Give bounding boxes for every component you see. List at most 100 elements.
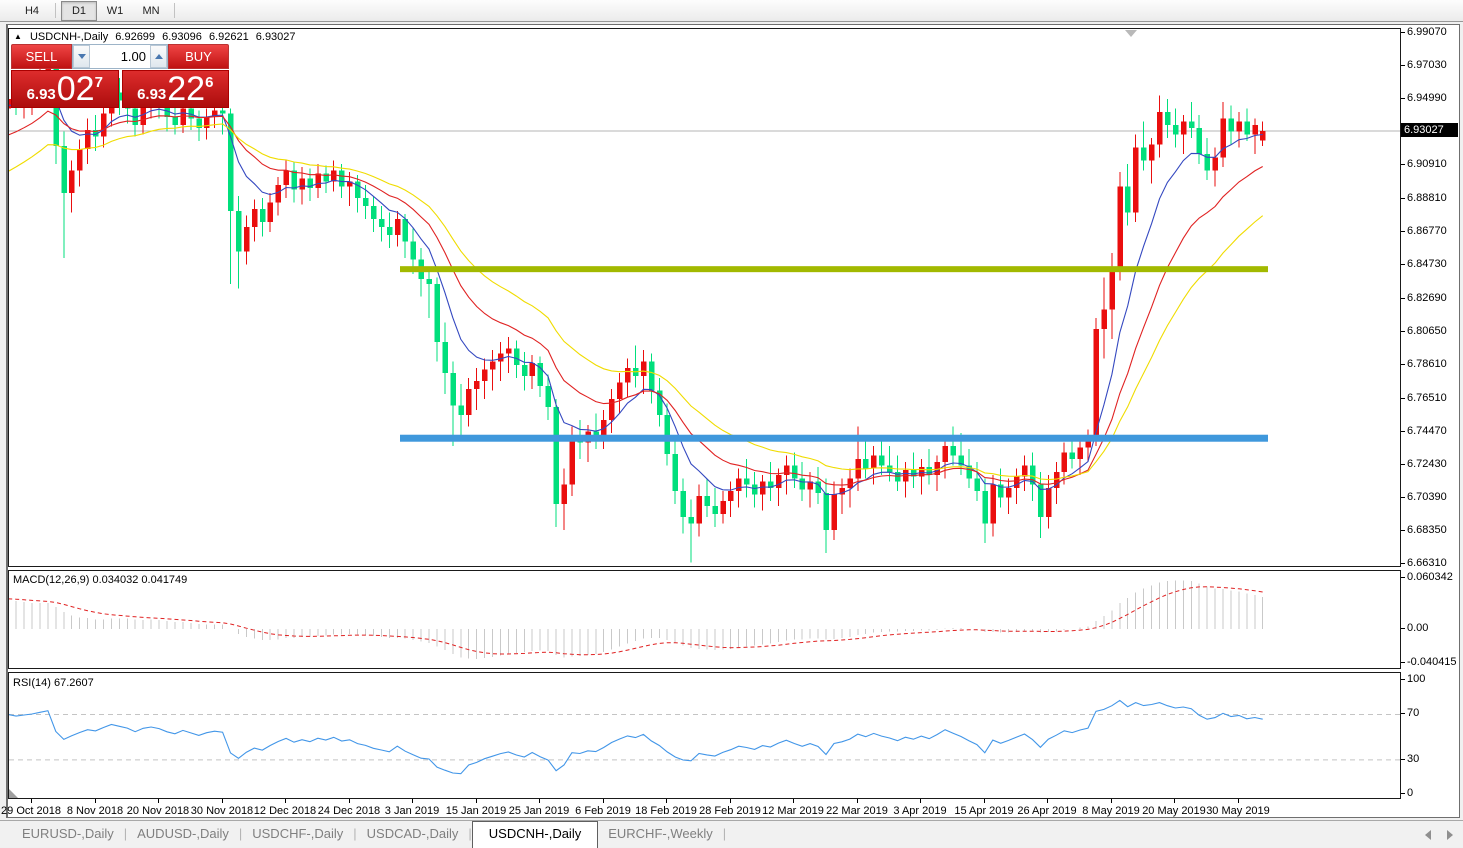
date-axis-label: 30 May 2019 [1206, 805, 1270, 817]
price-axis-label-tick [1401, 364, 1405, 365]
timeframe-button-mn[interactable]: MN [133, 1, 169, 21]
volume-decrease-button[interactable] [73, 45, 90, 68]
candle-body [1188, 121, 1195, 129]
candle-body [529, 363, 536, 377]
price-axis-label: 6.82690 [1407, 292, 1447, 304]
candle-body [736, 478, 742, 492]
timeframe-button-h4[interactable]: H4 [14, 1, 50, 21]
buy-price-button[interactable]: 6.93 22 6 [121, 70, 229, 108]
date-axis-tick [158, 799, 159, 803]
price-chart-pane[interactable] [8, 28, 1401, 567]
chart-symbol-label: USDCNH-,Daily [29, 31, 109, 43]
date-axis-tick [285, 799, 286, 803]
candle-body [1006, 487, 1012, 498]
price-axis-label-tick [1401, 331, 1405, 332]
candle-body [521, 364, 528, 377]
candle-body [1061, 452, 1068, 472]
price-axis-label: 6.84730 [1407, 258, 1447, 270]
ohlc-open: 6.92699 [115, 31, 156, 43]
candle-body [1117, 186, 1123, 268]
date-axis-tick [666, 799, 667, 803]
price-axis-label: 6.90910 [1407, 158, 1447, 170]
timeframe-buttons: H4 D1 W1 MN [14, 0, 180, 21]
candle-body [291, 170, 298, 190]
horizontal-level-line-2[interactable] [400, 434, 1268, 442]
ohlc-close: 6.93027 [255, 31, 296, 43]
price-axis-label-tick [1401, 298, 1405, 299]
candle-body [458, 405, 464, 416]
rsi-axis-label-tick [1401, 759, 1405, 760]
candle-body [648, 361, 655, 391]
date-axis-tick [730, 799, 731, 803]
timeframe-button-d1[interactable]: D1 [61, 0, 97, 21]
sell-price-button[interactable]: 6.93 02 7 [11, 70, 119, 108]
volume-input[interactable]: 1.00 [90, 45, 150, 68]
ohlc-high: 6.93096 [162, 31, 202, 43]
tab-scroll-left-icon[interactable] [1425, 830, 1431, 840]
candle-body [1252, 124, 1258, 135]
tab-scroll-right-icon[interactable] [1447, 830, 1453, 840]
candle-body [410, 241, 417, 260]
tab-usdchf-daily[interactable]: USDCHF-,Daily [242, 822, 353, 847]
price-axis-label-tick [1401, 164, 1405, 165]
candle-body [402, 218, 409, 242]
buy-button[interactable]: BUY [168, 44, 229, 69]
price-axis-label-tick [1401, 264, 1405, 265]
candle-body [474, 381, 480, 390]
candle-body [871, 455, 877, 469]
candle-body [569, 436, 575, 485]
date-axis-tick [1047, 799, 1048, 803]
rsi-axis-label: 100 [1407, 673, 1426, 685]
candle-body [1141, 147, 1147, 161]
candle-body [370, 205, 377, 219]
price-axis-label-tick [1401, 98, 1405, 99]
candle-body [760, 481, 766, 495]
sell-price-prefix: 6.93 [26, 85, 56, 103]
price-axis-label: 6.86770 [1407, 225, 1447, 237]
candle-body [672, 453, 679, 492]
candle-body [617, 382, 623, 399]
candle-body [1022, 465, 1028, 477]
sell-button[interactable]: SELL [11, 44, 72, 69]
candle-body [783, 465, 790, 476]
macd-axis-label-tick [1401, 628, 1405, 629]
candle-body [990, 484, 996, 524]
candle-body [1149, 144, 1155, 161]
price-axis-label: 6.94990 [1407, 92, 1447, 104]
candle-body [744, 478, 750, 485]
buy-price-pip: 6 [205, 73, 214, 91]
candle-body [442, 342, 448, 373]
rsi-axis-label: 70 [1407, 707, 1420, 719]
candle-body [259, 209, 266, 223]
rsi-indicator-pane[interactable] [8, 672, 1401, 799]
date-axis-tick [1111, 799, 1112, 803]
tab-eurchf-weekly[interactable]: EURCHF-,Weekly [598, 822, 723, 847]
pane-resize-grip-icon[interactable] [9, 789, 18, 798]
toolbar-separator [174, 3, 175, 18]
collapse-triangle-icon[interactable]: ▲ [14, 32, 22, 41]
tab-audusd-daily[interactable]: AUDUSD-,Daily [127, 822, 239, 847]
tab-usdcnh-daily[interactable]: USDCNH-,Daily [471, 821, 599, 848]
candle-body [378, 218, 385, 228]
candle-body [482, 369, 488, 382]
candle-body [1014, 476, 1020, 488]
horizontal-level-line-1[interactable] [400, 266, 1268, 273]
price-axis-label-tick [1401, 563, 1405, 564]
candle-body [172, 116, 178, 125]
candle-body [1125, 186, 1131, 213]
rsi-line [9, 699, 1263, 775]
tab-separator: | [722, 826, 727, 841]
candle-body [1244, 121, 1250, 135]
date-axis-tick [857, 799, 858, 803]
timeframe-button-w1[interactable]: W1 [97, 1, 133, 21]
candle-body [61, 145, 67, 193]
candle-body [363, 197, 369, 206]
tab-usdcad-daily[interactable]: USDCAD-,Daily [357, 822, 469, 847]
rsi-axis-label-tick [1401, 713, 1405, 714]
macd-histogram [15, 580, 1264, 659]
buy-price-prefix: 6.93 [137, 85, 167, 103]
scroll-to-end-icon[interactable] [1125, 30, 1137, 37]
tab-eurusd-daily[interactable]: EURUSD-,Daily [12, 822, 124, 847]
macd-indicator-pane[interactable] [8, 570, 1401, 669]
volume-increase-button[interactable] [150, 45, 167, 68]
